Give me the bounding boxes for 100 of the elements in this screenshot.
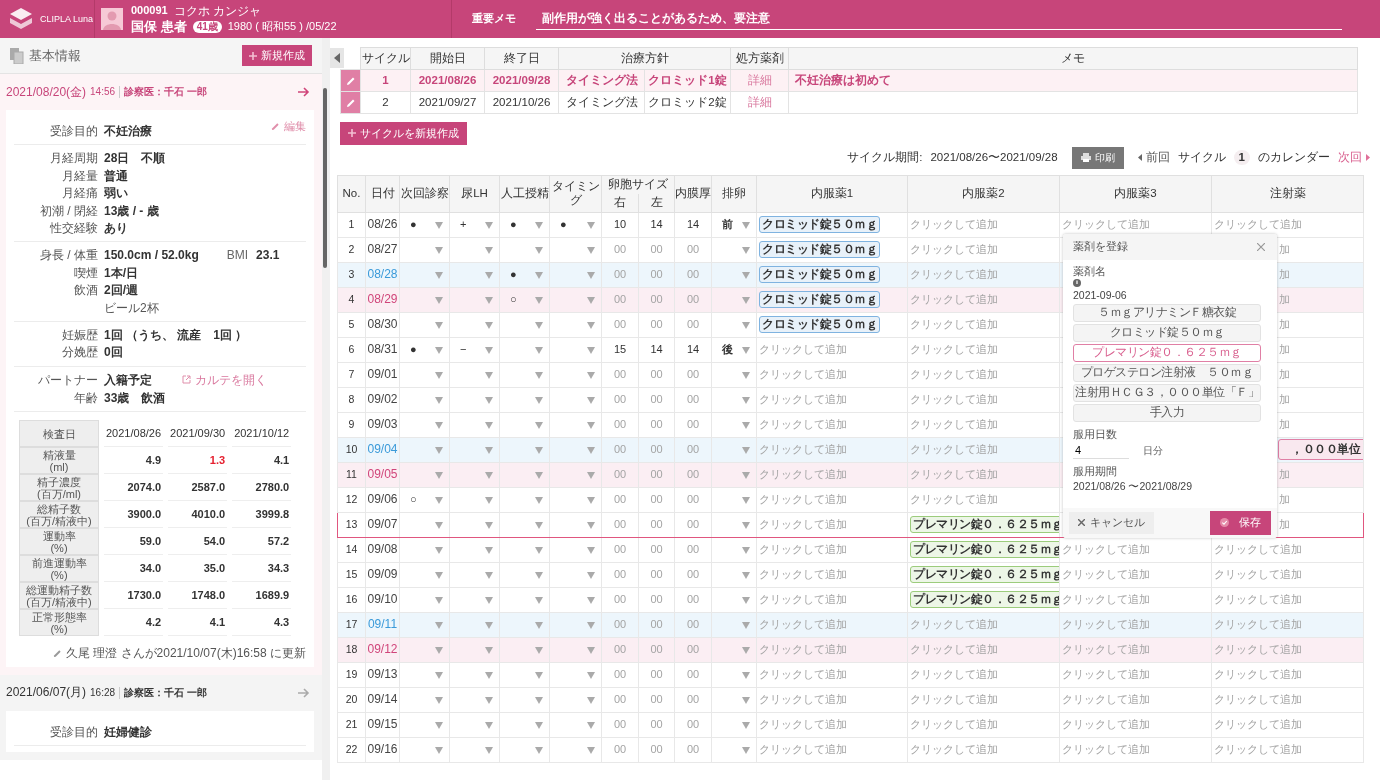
size-value[interactable]: 00 (686, 518, 700, 530)
caret-icon[interactable] (435, 246, 443, 254)
size-value[interactable]: 00 (613, 693, 627, 705)
medicine-tag[interactable]: クロミッド錠５０ｍｇ (759, 215, 880, 234)
caret-icon[interactable] (587, 321, 595, 329)
print-button[interactable]: 印刷 (1071, 146, 1124, 169)
caret-icon[interactable] (535, 246, 543, 254)
size-value[interactable]: 00 (686, 468, 700, 480)
caret-icon[interactable] (742, 296, 750, 304)
caret-icon[interactable] (535, 371, 543, 379)
caret-icon[interactable] (742, 671, 750, 679)
caret-icon[interactable] (587, 746, 595, 754)
size-value[interactable]: 00 (650, 718, 663, 730)
caret-icon[interactable] (435, 646, 443, 654)
caret-icon[interactable] (742, 396, 750, 404)
caret-icon[interactable] (435, 446, 443, 454)
caret-icon[interactable] (485, 346, 493, 354)
caret-icon[interactable] (535, 646, 543, 654)
caret-icon[interactable] (485, 371, 493, 379)
size-value[interactable]: 14 (686, 218, 700, 230)
caret-icon[interactable] (742, 421, 750, 429)
caret-icon[interactable] (435, 746, 443, 754)
size-value[interactable]: 00 (650, 743, 663, 755)
table-row[interactable]: 20 09/14 00 00 00 クリックして追加 クリックして追加 クリックして追加 クリックして追加 (337, 687, 1364, 713)
caret-icon[interactable] (742, 346, 750, 354)
caret-icon[interactable] (535, 471, 543, 479)
size-value[interactable]: 00 (650, 643, 663, 655)
caret-icon[interactable] (587, 496, 595, 504)
caret-icon[interactable] (742, 746, 750, 754)
caret-icon[interactable] (485, 596, 493, 604)
medicine-option[interactable]: プロゲステロン注射液 ５０ｍｇ (1073, 363, 1261, 382)
size-value[interactable]: 00 (613, 518, 627, 530)
medicine-tag[interactable]: クロミッド錠５０ｍｇ (759, 290, 880, 309)
caret-icon[interactable] (485, 671, 493, 679)
size-value[interactable]: 00 (613, 643, 627, 655)
caret-icon[interactable] (742, 221, 750, 229)
caret-icon[interactable] (535, 671, 543, 679)
caret-icon[interactable] (435, 546, 443, 554)
caret-icon[interactable] (435, 521, 443, 529)
caret-icon[interactable] (587, 546, 595, 554)
caret-icon[interactable] (435, 396, 443, 404)
caret-icon[interactable] (535, 446, 543, 454)
edit-button[interactable] (341, 70, 361, 91)
caret-icon[interactable] (535, 521, 543, 529)
size-value[interactable]: 00 (613, 418, 627, 430)
caret-icon[interactable] (535, 346, 543, 354)
size-value[interactable]: 00 (686, 693, 700, 705)
size-value[interactable]: 00 (650, 318, 663, 330)
size-value[interactable]: 00 (613, 318, 627, 330)
medicine-option[interactable]: 手入力 (1073, 403, 1261, 422)
size-value[interactable]: 00 (650, 593, 663, 605)
caret-icon[interactable] (435, 346, 443, 354)
caret-icon[interactable] (485, 746, 493, 754)
scrollbar[interactable] (323, 88, 327, 268)
size-value[interactable]: 00 (613, 393, 627, 405)
caret-icon[interactable] (587, 396, 595, 404)
medicine-tag[interactable]: クロミッド錠５０ｍｇ (759, 265, 880, 284)
size-value[interactable]: 00 (613, 293, 627, 305)
size-value[interactable]: 00 (686, 243, 700, 255)
size-value[interactable]: 00 (686, 718, 700, 730)
edit-link[interactable]: 編集 (271, 120, 306, 133)
table-row[interactable]: 17 09/11 00 00 00 クリックして追加 クリックして追加 クリックして追加 クリックして追加 (337, 612, 1364, 638)
caret-icon[interactable] (742, 446, 750, 454)
caret-icon[interactable] (485, 221, 493, 229)
caret-icon[interactable] (435, 296, 443, 304)
table-row[interactable]: 18 09/12 00 00 00 クリックして追加 クリックして追加 クリックして追加 クリックして追加 (337, 637, 1364, 663)
caret-icon[interactable] (485, 721, 493, 729)
size-value[interactable]: 00 (613, 443, 627, 455)
caret-icon[interactable] (435, 621, 443, 629)
caret-icon[interactable] (742, 646, 750, 654)
size-value[interactable]: 00 (650, 418, 663, 430)
caret-icon[interactable] (742, 721, 750, 729)
size-value[interactable]: 00 (686, 618, 700, 630)
medicine-tag[interactable]: クロミッド錠５０ｍｇ (759, 315, 880, 334)
size-value[interactable]: 00 (613, 718, 627, 730)
size-value[interactable]: 00 (613, 468, 627, 480)
caret-icon[interactable] (485, 296, 493, 304)
caret-icon[interactable] (535, 221, 543, 229)
caret-icon[interactable] (435, 221, 443, 229)
caret-icon[interactable] (535, 421, 543, 429)
medicine-option[interactable]: ５ｍｇアリナミンＦ糖衣錠 (1073, 303, 1261, 322)
caret-icon[interactable] (587, 346, 595, 354)
caret-icon[interactable] (535, 621, 543, 629)
medicine-tag[interactable]: クロミッド錠５０ｍｇ (759, 240, 880, 259)
medicine-option[interactable]: プレマリン錠０．６２５ｍｇ (1073, 343, 1261, 362)
table-row[interactable]: 19 09/13 00 00 00 クリックして追加 クリックして追加 クリックして追加 クリックして追加 (337, 662, 1364, 688)
size-value[interactable]: 14 (650, 218, 663, 230)
size-value[interactable]: 00 (650, 268, 663, 280)
size-value[interactable]: 00 (650, 468, 663, 480)
caret-icon[interactable] (435, 696, 443, 704)
size-value[interactable]: 00 (650, 568, 663, 580)
size-value[interactable]: 00 (613, 243, 627, 255)
caret-icon[interactable] (485, 571, 493, 579)
open-chart-link[interactable]: カルテを開く (182, 372, 267, 388)
memo-field[interactable]: 副作用が強く出ることがあるため、要注意 (536, 12, 1342, 30)
caret-icon[interactable] (742, 621, 750, 629)
arrow-right-icon[interactable] (298, 687, 310, 698)
caret-icon[interactable] (742, 371, 750, 379)
save-button[interactable]: 保存 (1210, 510, 1271, 535)
caret-icon[interactable] (535, 746, 543, 754)
